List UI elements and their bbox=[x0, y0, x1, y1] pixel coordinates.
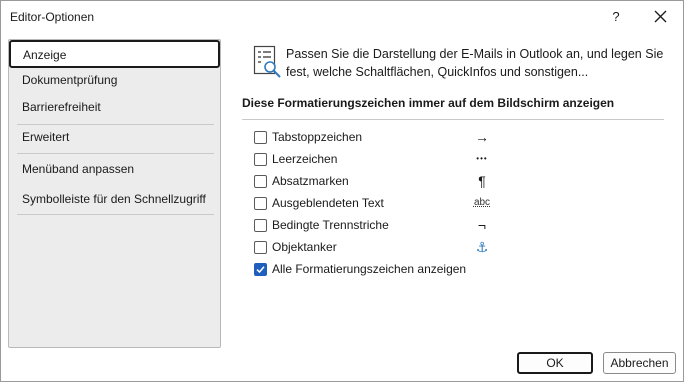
option-alle-formatierungszeichen[interactable]: Alle Formatierungszeichen anzeigen bbox=[254, 261, 514, 279]
section-divider bbox=[242, 119, 664, 120]
sidebar-item-schnellzugriff[interactable]: Symbolleiste für den Schnellzugriff bbox=[10, 187, 219, 211]
checkmark-icon bbox=[256, 266, 265, 274]
window-title: Editor-Optionen bbox=[10, 10, 95, 24]
title-bar: Editor-Optionen ? bbox=[1, 1, 683, 33]
option-absatzmarken[interactable]: Absatzmarken ¶ bbox=[254, 173, 514, 191]
sidebar-item-anzeige[interactable]: Anzeige bbox=[9, 40, 220, 68]
leerzeichen-checkbox[interactable] bbox=[254, 153, 267, 166]
help-button[interactable]: ? bbox=[604, 5, 628, 29]
option-label: Alle Formatierungszeichen anzeigen bbox=[272, 262, 467, 276]
section-heading: Diese Formatierungszeichen immer auf dem… bbox=[242, 96, 615, 110]
alle-formatierungszeichen-checkbox[interactable] bbox=[254, 263, 267, 276]
sidebar-item-menueband-anpassen[interactable]: Menüband anpassen bbox=[10, 157, 219, 181]
intro-description: Passen Sie die Darstellung der E-Mails i… bbox=[286, 47, 664, 79]
hidden-text-icon: abc bbox=[473, 197, 491, 208]
option-leerzeichen[interactable]: Leerzeichen ••• bbox=[254, 151, 514, 169]
option-label: Bedingte Trennstriche bbox=[272, 218, 389, 232]
space-dots-icon: ••• bbox=[476, 154, 488, 163]
option-label: Objektanker bbox=[272, 240, 337, 254]
sidebar-divider bbox=[17, 214, 214, 215]
bedingte-trennstriche-checkbox[interactable] bbox=[254, 219, 267, 232]
objektanker-checkbox[interactable] bbox=[254, 241, 267, 254]
sidebar-item-erweitert[interactable]: Erweitert bbox=[10, 125, 219, 149]
absatzmarken-checkbox[interactable] bbox=[254, 175, 267, 188]
option-label: Ausgeblendeten Text bbox=[272, 196, 384, 210]
sidebar-item-dokumentpruefung[interactable]: Dokumentprüfung bbox=[10, 68, 219, 92]
option-objektanker[interactable]: Objektanker ⚓ bbox=[254, 239, 514, 257]
option-ausgeblendeter-text[interactable]: Ausgeblendeten Text abc bbox=[254, 195, 514, 213]
sidebar-divider bbox=[17, 153, 214, 154]
editor-options-dialog: Editor-Optionen ? Anzeige Dokumentprüfun… bbox=[0, 0, 684, 382]
pilcrow-icon: ¶ bbox=[478, 173, 486, 189]
option-bedingte-trennstriche[interactable]: Bedingte Trennstriche ¬ bbox=[254, 217, 514, 235]
close-icon bbox=[654, 10, 666, 23]
option-tabstoppzeichen[interactable]: Tabstoppzeichen → bbox=[254, 129, 514, 147]
ok-button[interactable]: OK bbox=[517, 352, 593, 374]
option-label: Tabstoppzeichen bbox=[272, 130, 363, 144]
ausgeblendeter-text-checkbox[interactable] bbox=[254, 197, 267, 210]
tabstoppzeichen-checkbox[interactable] bbox=[254, 131, 267, 144]
sidebar-item-barrierefreiheit[interactable]: Barrierefreiheit bbox=[10, 95, 219, 119]
tab-arrow-icon: → bbox=[475, 129, 489, 145]
anchor-icon: ⚓ bbox=[475, 239, 489, 255]
option-label: Absatzmarken bbox=[272, 174, 349, 188]
display-settings-icon bbox=[253, 45, 281, 78]
optional-hyphen-icon: ¬ bbox=[477, 217, 487, 233]
close-button[interactable] bbox=[648, 5, 672, 29]
cancel-button[interactable]: Abbrechen bbox=[603, 352, 676, 374]
category-sidebar: Anzeige Dokumentprüfung Barrierefreiheit… bbox=[8, 39, 221, 348]
option-label: Leerzeichen bbox=[272, 152, 338, 166]
